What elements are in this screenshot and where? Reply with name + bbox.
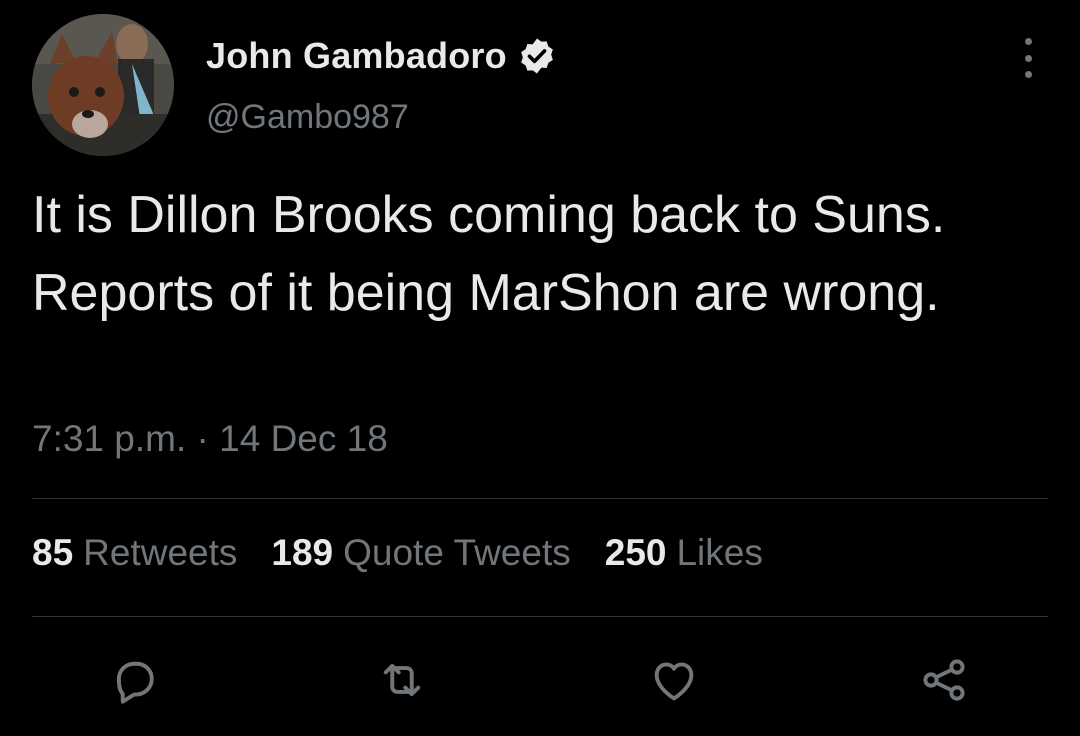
divider <box>32 498 1048 499</box>
divider <box>32 616 1048 617</box>
retweets-stat[interactable]: 85 Retweets <box>32 532 237 574</box>
tweet-detail: John Gambadoro @Gambo987 It is Dillon Br… <box>0 0 1080 736</box>
share-button[interactable] <box>912 648 976 712</box>
avatar[interactable] <box>32 14 174 156</box>
quote-tweets-count: 189 <box>271 532 334 573</box>
heart-icon <box>654 662 694 701</box>
retweet-icon <box>383 663 421 697</box>
author-handle[interactable]: @Gambo987 <box>206 98 557 137</box>
reply-button[interactable] <box>102 648 166 712</box>
author-block: John Gambadoro @Gambo987 <box>206 34 557 137</box>
retweet-button[interactable] <box>370 648 434 712</box>
likes-stat[interactable]: 250 Likes <box>605 532 763 574</box>
retweets-label: Retweets <box>83 532 238 573</box>
tweet-text: It is Dillon Brooks coming back to Suns.… <box>32 186 946 322</box>
engagement-stats: 85 Retweets 189 Quote Tweets 250 Likes <box>32 532 797 574</box>
author-name-row: John Gambadoro <box>206 34 557 78</box>
action-bar <box>0 648 1080 712</box>
avatar-photo <box>32 14 174 156</box>
reply-icon <box>116 661 154 704</box>
more-options-icon[interactable] <box>1016 38 1040 78</box>
quote-tweets-label: Quote Tweets <box>343 532 571 573</box>
likes-count: 250 <box>604 532 667 573</box>
author-display-name[interactable]: John Gambadoro <box>206 35 507 77</box>
share-icon <box>923 659 965 701</box>
retweets-count: 85 <box>32 532 74 573</box>
likes-label: Likes <box>676 532 763 573</box>
verified-badge-icon <box>517 36 557 76</box>
quote-tweets-stat[interactable]: 189 Quote Tweets <box>271 532 570 574</box>
like-button[interactable] <box>642 648 706 712</box>
tweet-timestamp[interactable]: 7:31 p.m. · 14 Dec 18 <box>32 418 388 460</box>
